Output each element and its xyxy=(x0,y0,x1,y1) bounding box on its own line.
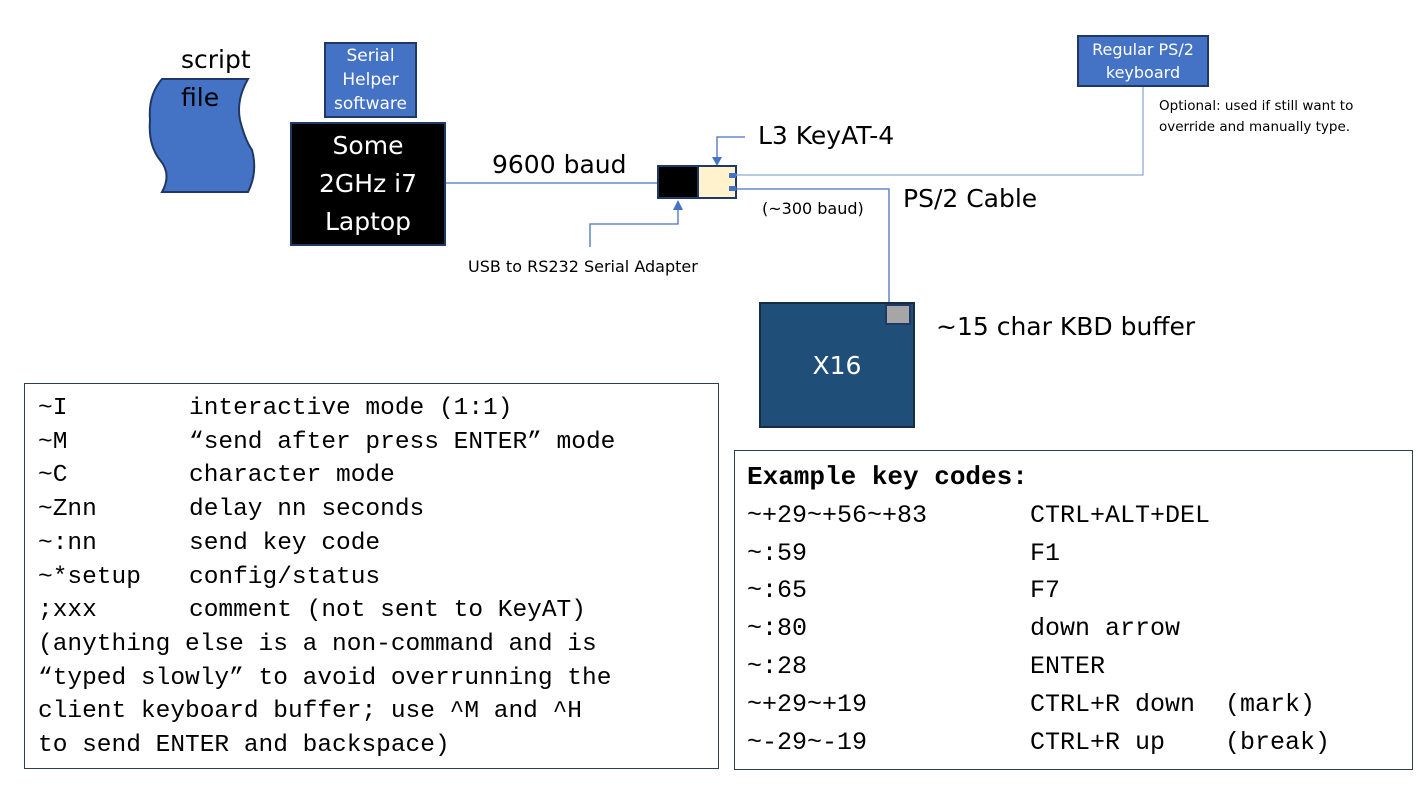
command-description: delay nn seconds xyxy=(189,496,425,524)
keyboard-line1: Regular PS/2 xyxy=(1092,40,1194,59)
keycode-row: ~:65 F7 xyxy=(747,572,1412,610)
keyboard-line2: keyboard xyxy=(1105,63,1181,82)
script-label: script xyxy=(181,45,251,74)
command-code: ~M xyxy=(38,428,68,456)
command-code: ;xxx xyxy=(38,597,97,625)
keycode-description: down arrow xyxy=(1030,614,1181,644)
usb-adapter-leader xyxy=(589,204,679,247)
command-code: ~C xyxy=(38,462,68,490)
keycode-row: ~+29~+19 CTRL+R down (mark) xyxy=(747,686,1412,724)
command-description: comment (not sent to KeyAT) xyxy=(189,597,586,625)
command-row: ~*setup config/status xyxy=(38,561,718,595)
keycode-description: F7 xyxy=(1030,576,1061,606)
command-description: config/status xyxy=(189,563,381,591)
command-code: ~:nn xyxy=(38,529,97,557)
keycodes-panel: Example key codes: ~+29~+56~+83 CTRL+ALT+… xyxy=(734,450,1413,770)
keycode-code: ~+29~+19 xyxy=(747,689,868,719)
keycode-code: ~:59 xyxy=(747,538,808,568)
keycode-description: CTRL+ALT+DEL xyxy=(1030,500,1211,530)
usb-adapter-label: USB to RS232 Serial Adapter xyxy=(468,257,698,276)
keycodes-title: Example key codes: xyxy=(747,462,1028,492)
command-description: character mode xyxy=(189,462,395,490)
optional-note-line1: Optional: used if still want to xyxy=(1159,98,1354,114)
helper-line1: Serial xyxy=(346,46,395,66)
keyat-leader xyxy=(716,136,745,163)
serial-adapter-block xyxy=(657,165,699,199)
x16-label: X16 xyxy=(812,350,862,380)
command-code: ~Znn xyxy=(38,496,97,524)
x16-computer-box: X16 xyxy=(759,302,915,428)
keycode-description: ENTER xyxy=(1030,651,1106,681)
keycode-code: ~-29~-19 xyxy=(747,727,868,757)
ps2-keyboard-box: Regular PS/2 keyboard xyxy=(1077,35,1209,87)
command-row: ~I interactive mode (1:1) xyxy=(38,392,718,426)
baud-300-label: (~300 baud) xyxy=(762,199,864,218)
command-note-line: (anything else is a non-command and is xyxy=(38,630,597,658)
keycode-row: ~:28 ENTER xyxy=(747,648,1412,686)
command-code: ~I xyxy=(38,395,68,422)
helper-line2: Helper xyxy=(342,70,399,90)
keycode-row: ~-29~-19 CTRL+R up (break) xyxy=(747,724,1412,762)
kbd-buffer-label: ~15 char KBD buffer xyxy=(936,312,1196,341)
command-row: ~Znn delay nn seconds xyxy=(38,493,718,527)
ps2-port xyxy=(885,304,911,325)
keycode-row: ~:80 down arrow xyxy=(747,610,1412,648)
command-row: ~M “send after press ENTER” mode xyxy=(38,426,718,460)
optional-note: Optional: used if still want to override… xyxy=(1159,96,1353,138)
keycode-code: ~:65 xyxy=(747,576,808,606)
command-description: “send after press ENTER” mode xyxy=(189,428,616,456)
laptop-line2: 2GHz i7 xyxy=(319,169,417,198)
command-note-line: to send ENTER and backspace) xyxy=(38,732,450,760)
laptop-line3: Laptop xyxy=(324,207,412,236)
keycode-description: F1 xyxy=(1030,538,1061,568)
helper-line3: software xyxy=(333,94,407,114)
command-row: ~:nn send key code xyxy=(38,527,718,561)
laptop-box: Some 2GHz i7 Laptop xyxy=(290,122,446,246)
command-code: ~*setup xyxy=(38,563,141,591)
ps2-cable-label: PS/2 Cable xyxy=(903,184,1038,213)
commands-panel: ~I interactive mode (1:1) ~M “send after pr… xyxy=(24,383,719,769)
keycode-description: CTRL+R down (mark) xyxy=(1030,689,1316,719)
keycode-code: ~+29~+56~+83 xyxy=(747,500,928,530)
baud-9600-label: 9600 baud xyxy=(492,150,627,179)
keycode-description: CTRL+R up (break) xyxy=(1030,727,1331,757)
command-note-line: “typed slowly” to avoid overrunning the xyxy=(38,664,612,692)
optional-note-line2: override and manually type. xyxy=(1159,119,1351,135)
keyat-label: L3 KeyAT-4 xyxy=(758,121,895,150)
keycode-code: ~:80 xyxy=(747,614,808,644)
keycode-code: ~:28 xyxy=(747,651,808,681)
laptop-line1: Some xyxy=(332,131,404,160)
file-label: file xyxy=(181,83,220,112)
command-row: ~C character mode xyxy=(38,459,718,493)
keycode-row: ~:59 F1 xyxy=(747,535,1412,573)
serial-helper-software-box: Serial Helper software xyxy=(324,42,417,118)
command-row: ;xxx comment (not sent to KeyAT) xyxy=(38,594,718,628)
command-note-line: client keyboard buffer; use ^M and ^H xyxy=(38,698,582,726)
keyat-device xyxy=(697,165,737,199)
command-description: interactive mode (1:1) xyxy=(189,395,513,422)
command-description: send key code xyxy=(189,529,381,557)
keycode-row: ~+29~+56~+83 CTRL+ALT+DEL xyxy=(747,497,1412,535)
